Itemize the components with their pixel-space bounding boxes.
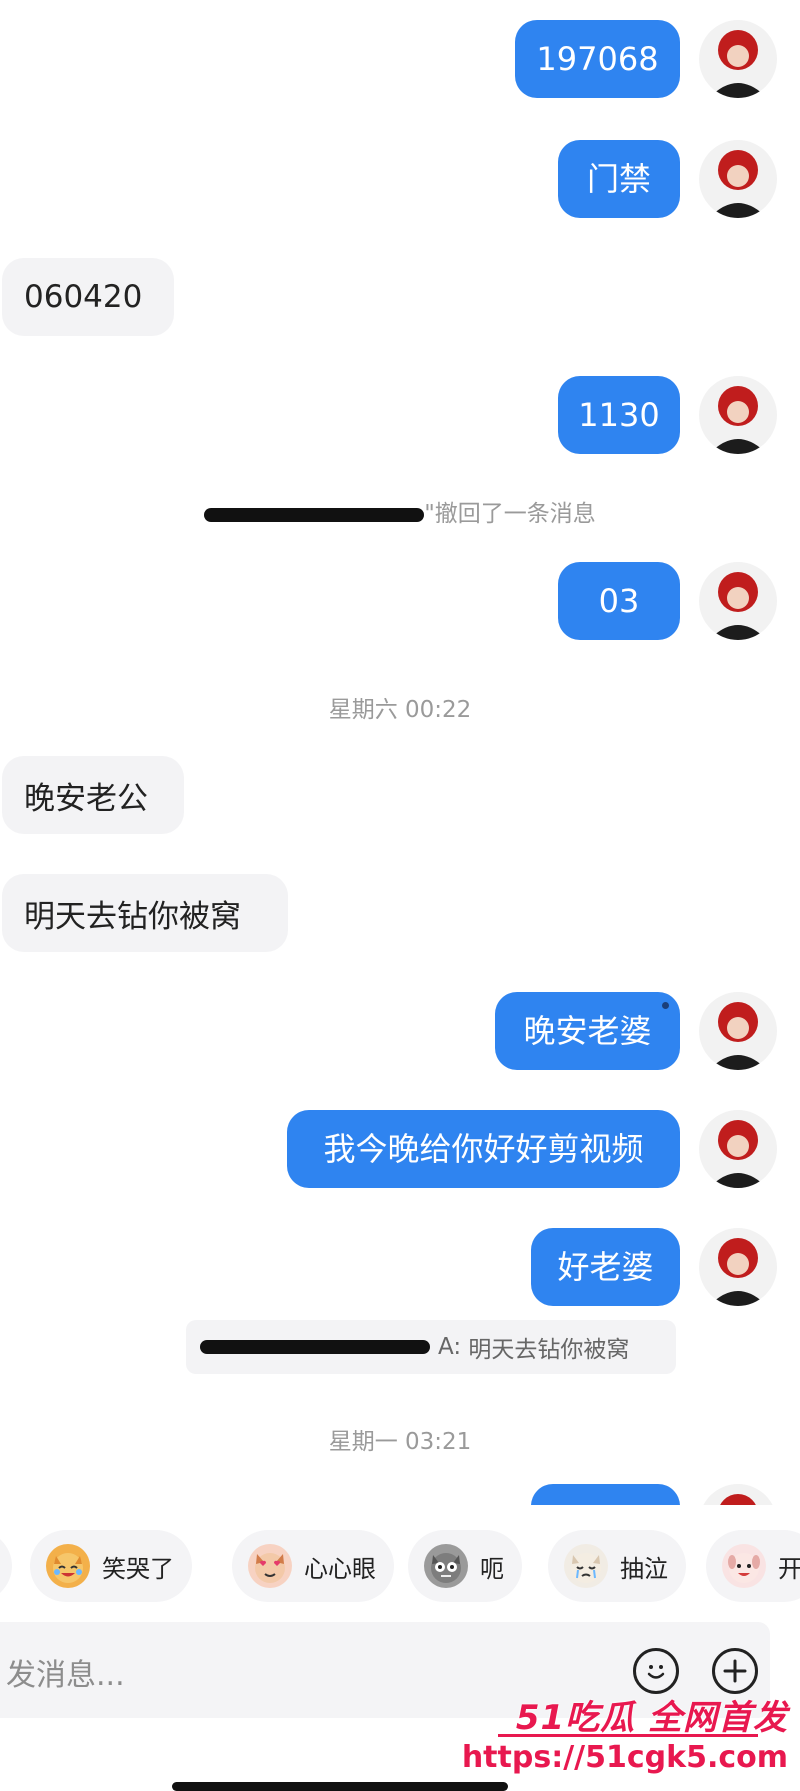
quote-text: 明天去钻你被窝 — [468, 1337, 630, 1363]
message-text: 060420 — [24, 279, 143, 315]
emoji-chip-laughing[interactable]: 笑哭了 — [30, 1530, 192, 1602]
message-bubble-outgoing[interactable]: 晚安老婆 — [495, 992, 680, 1070]
unread-dot — [662, 1002, 669, 1009]
message-bubble-outgoing[interactable]: 197068 — [515, 20, 680, 98]
redacted-name — [200, 1340, 430, 1354]
message-bubble-outgoing[interactable]: 1130 — [558, 376, 680, 454]
avatar[interactable] — [699, 1228, 777, 1306]
message-text: 晚安老公 — [24, 780, 148, 817]
plus-icon — [723, 1659, 747, 1683]
heart-eyes-dog-face-icon — [248, 1544, 292, 1588]
avatar[interactable] — [699, 562, 777, 640]
avatar[interactable] — [699, 20, 777, 98]
message-text: 门禁 — [586, 160, 651, 198]
message-bubble-outgoing[interactable]: 门禁 — [558, 140, 680, 218]
message-bubble-outgoing[interactable]: 03 — [558, 562, 680, 640]
avatar[interactable] — [699, 1110, 777, 1188]
emoji-suggestion-bar[interactable]: 笑哭了 心心眼 呃 抽泣 开 — [0, 1530, 800, 1602]
avatar[interactable] — [699, 1484, 777, 1505]
message-bubble-outgoing[interactable]: 好老婆 — [531, 1228, 680, 1306]
message-text: 好老婆 — [557, 1248, 654, 1286]
message-text: 我今晚给你好好剪视频 — [323, 1130, 644, 1168]
avatar[interactable] — [699, 140, 777, 218]
emoji-chip[interactable] — [0, 1530, 12, 1602]
message-input-placeholder[interactable]: 发消息... — [6, 1650, 125, 1694]
emoji-chip-sobbing[interactable]: 抽泣 — [548, 1530, 686, 1602]
message-bubble-incoming[interactable]: 晚安老公 — [2, 756, 184, 834]
quote-separator: A: — [438, 1334, 469, 1360]
laughing-cat-face-icon — [46, 1544, 90, 1588]
quoted-message[interactable]: A: 明天去钻你被窝 — [186, 1320, 676, 1374]
add-button[interactable] — [712, 1648, 758, 1694]
awkward-cat-face-icon — [424, 1544, 468, 1588]
message-bubble-incoming[interactable]: 060420 — [2, 258, 174, 336]
emoji-label: 开 — [778, 1554, 800, 1583]
smiley-icon — [647, 1665, 665, 1679]
message-text: 197068 — [536, 40, 659, 78]
emoji-label: 笑哭了 — [102, 1554, 174, 1583]
watermark-underline — [498, 1734, 758, 1737]
timestamp: 星期六 00:22 — [328, 697, 472, 723]
emoji-label: 抽泣 — [620, 1554, 668, 1583]
message-bubble-incoming[interactable]: 明天去钻你被窝 — [2, 874, 288, 952]
message-text: 晚安老婆 — [523, 1012, 652, 1050]
avatar[interactable] — [699, 992, 777, 1070]
timestamp: 星期一 03:21 — [328, 1429, 472, 1455]
watermark-url: https://51cgk5.com — [461, 1740, 788, 1775]
emoji-button[interactable] — [633, 1648, 679, 1694]
home-indicator[interactable] — [172, 1782, 508, 1791]
avatar[interactable] — [699, 376, 777, 454]
emoji-chip-awkward[interactable]: 呃 — [408, 1530, 522, 1602]
emoji-label: 心心眼 — [304, 1554, 376, 1583]
emoji-chip-heart-eyes[interactable]: 心心眼 — [232, 1530, 394, 1602]
sobbing-cat-face-icon — [564, 1544, 608, 1588]
message-text: 03 — [598, 582, 640, 620]
happy-dog-face-icon — [722, 1544, 766, 1588]
message-text: 明天去钻你被窝 — [24, 898, 241, 935]
message-text: 1130 — [578, 396, 660, 434]
redacted-name — [204, 507, 425, 522]
message-bubble-outgoing[interactable]: 我今晚给你好好剪视频 — [287, 1110, 680, 1188]
recall-notice-text: "撤回了一条消息 — [424, 501, 596, 527]
emoji-label: 呃 — [480, 1554, 504, 1583]
emoji-chip-happy[interactable]: 开 — [706, 1530, 800, 1602]
message-bubble-outgoing[interactable] — [531, 1484, 680, 1505]
message-list[interactable]: 197068 门禁 060420 1130 "撤回了一条消息 03 星期六 00… — [0, 0, 800, 1505]
recall-notice: "撤回了一条消息 — [0, 494, 800, 528]
